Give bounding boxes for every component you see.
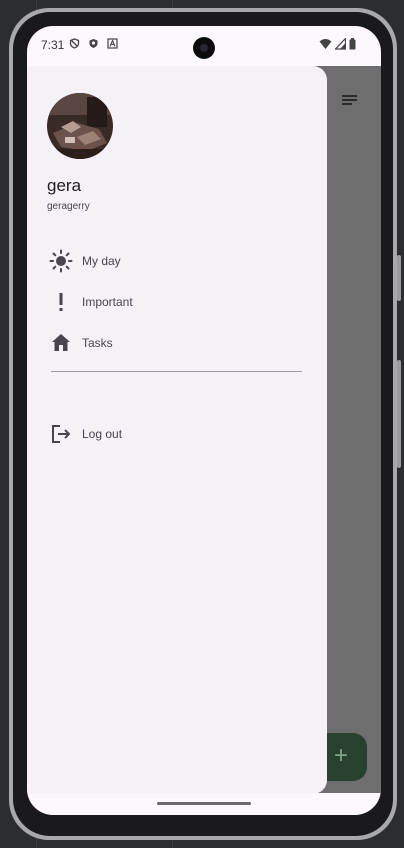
avatar[interactable] — [47, 93, 113, 159]
menu-icon[interactable] — [337, 88, 361, 112]
gesture-home-bar[interactable] — [157, 802, 251, 805]
volume-button — [397, 255, 401, 301]
logout-icon — [52, 425, 71, 443]
wifi-icon — [319, 39, 332, 49]
status-bar: 7:31 — [27, 26, 381, 66]
shield-slash-icon — [69, 38, 80, 49]
navigation-drawer: gera geragerry My day Important Tasks Lo… — [27, 66, 327, 794]
device-screen: 7:31 + gera geragerry My day Important T… — [27, 26, 381, 815]
nav-item-label: Log out — [82, 427, 123, 441]
shield-icon — [89, 39, 98, 48]
nav-item-my-day[interactable]: My day — [49, 249, 309, 279]
front-camera — [193, 37, 215, 59]
nav-item-tasks[interactable]: Tasks — [49, 331, 309, 361]
nav-item-important[interactable]: Important — [49, 290, 309, 320]
home-icon — [52, 334, 70, 351]
user-handle: geragerry — [47, 201, 90, 212]
profile-photo — [47, 93, 113, 159]
app-content-scrim[interactable]: + gera geragerry My day Important Tasks … — [27, 66, 381, 794]
nav-item-label: Important — [82, 295, 133, 309]
cellular-signal-icon — [335, 38, 346, 50]
plus-icon: + — [333, 742, 348, 769]
nav-item-label: Tasks — [82, 336, 113, 350]
sun-icon — [49, 249, 73, 273]
battery-icon — [349, 38, 356, 50]
nav-item-label: My day — [82, 254, 121, 268]
logout-button[interactable]: Log out — [49, 422, 309, 452]
drawer-divider — [51, 371, 302, 372]
font-a-icon — [107, 38, 118, 49]
power-button — [397, 360, 401, 468]
user-name: gera — [47, 176, 82, 195]
status-time: 7:31 — [41, 38, 65, 52]
exclamation-icon — [59, 293, 63, 311]
